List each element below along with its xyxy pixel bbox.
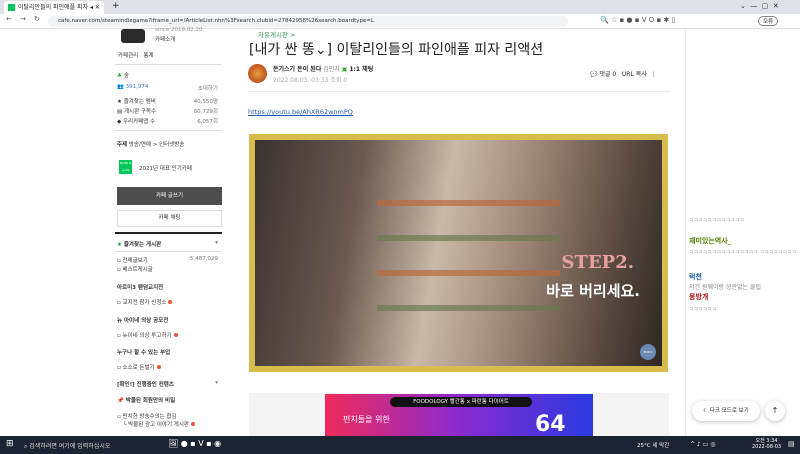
board-link[interactable]: 자유게시판 > bbox=[258, 29, 295, 39]
cafe-intro-link[interactable]: 카페소개 bbox=[155, 35, 220, 43]
board-all[interactable]: 전체글보기 bbox=[122, 258, 147, 264]
level-icon: ♣ bbox=[117, 73, 122, 79]
invite-link[interactable]: 초대하기 bbox=[198, 84, 218, 92]
board-item[interactable]: 소소로 돈벌기 bbox=[122, 365, 154, 371]
weather-widget[interactable]: 25°C 세 막간 bbox=[637, 441, 669, 449]
cafe-logo bbox=[121, 29, 145, 43]
new-tab-button[interactable]: + bbox=[112, 1, 120, 11]
video-caption-step: STEP2. bbox=[561, 252, 634, 273]
stats-link[interactable]: 통계 bbox=[144, 53, 154, 59]
chat-panel: ㅋㅋㅋㅋㅋㅋㅋㅋㅋㅋㅋㅋ 재미있는역사_ ㅋㅋㅋㅋㅋㅋㅋㅋㅋㅋㅋㅋㅋㅋㅋ ㅋㅋㅋ… bbox=[685, 29, 800, 436]
clock[interactable]: 오전 3:34 2022-08-03 bbox=[752, 437, 781, 450]
channel-logo: BODA bbox=[640, 344, 656, 360]
browser-tab[interactable]: 이탈리안들의 파인애플 피자 ◂ ✕ bbox=[4, 1, 104, 14]
board-item[interactable]: 교지전 참가 신청소 bbox=[122, 300, 166, 306]
scroll-top-button[interactable]: ↑ bbox=[765, 401, 785, 421]
comments-button[interactable]: 댓글 0 bbox=[599, 71, 616, 78]
naver-badge: NAVER 대표카페 bbox=[119, 160, 132, 174]
cafe-write-button[interactable]: 카페 글쓰기 bbox=[117, 187, 222, 205]
dark-mode-button[interactable]: ☾ 다크 모드로 보기 bbox=[692, 401, 760, 421]
reload-icon[interactable]: ↻ bbox=[34, 15, 40, 23]
author-name[interactable]: 돈기스기 돈이 된다 bbox=[273, 66, 321, 73]
youtube-link[interactable]: https://youtu.be/AhXR62wnmPQ bbox=[248, 108, 353, 116]
article-title: [내가 싼 똥⌄] 이탈리인들의 파인애플 피자 리액션 bbox=[249, 42, 544, 58]
cafe-chat-button[interactable]: 카페 채팅 bbox=[117, 210, 222, 227]
cafe-manage-link[interactable]: 카페관리 bbox=[118, 53, 138, 59]
more-icon[interactable]: ⋮ bbox=[651, 71, 657, 78]
windows-start-icon[interactable]: ⊞ bbox=[6, 439, 14, 449]
one-on-one-chat[interactable]: 1:1 채팅 bbox=[349, 66, 373, 73]
comment-icon: 💬 bbox=[590, 71, 598, 78]
topic-link[interactable]: 방송/연예 > 인터넷방송 bbox=[129, 142, 185, 148]
moon-icon: ☾ bbox=[703, 408, 709, 414]
url-copy-button[interactable]: URL 복사 bbox=[622, 71, 647, 78]
members-icon: 👥 bbox=[117, 84, 124, 90]
window-controls[interactable]: ⌄ — ▢ ✕ bbox=[740, 2, 779, 10]
board-best[interactable]: 베스트게시글 bbox=[122, 267, 152, 273]
tab-bar: 이탈리안들의 파인애플 피자 ◂ ✕ + ⌄ — ▢ ✕ bbox=[0, 0, 800, 14]
star-icon: ★ bbox=[117, 242, 122, 248]
board-item[interactable]: 뉴이네 의상 투고하기 bbox=[122, 333, 171, 339]
taskbar-search[interactable]: ⌕ 검색하려면 여기에 입력하십시오 bbox=[24, 441, 110, 451]
cafe-sidebar: since 2019.02.20. 카페소개 카페관리 통계 ♣ 숲 👥 391… bbox=[115, 27, 222, 436]
ad-banner[interactable]: FOODOLOGY 빨간통 x 파란통 다이어트 펀치들을 위한 64 bbox=[325, 394, 593, 436]
profile-button[interactable]: 오류 bbox=[758, 16, 779, 26]
taskbar-apps[interactable]: 🖼 ● ▪ V ▪ ◉ bbox=[168, 439, 221, 448]
video-thumbnail[interactable]: STEP2. 바로 버리세요. BODA bbox=[249, 134, 668, 372]
board-item[interactable]: 박물된 광고 이야기 게시판 bbox=[128, 422, 189, 428]
author-avatar[interactable] bbox=[248, 64, 267, 83]
notification-icon[interactable]: ▤ bbox=[788, 440, 795, 448]
forward-icon[interactable]: → bbox=[20, 15, 26, 23]
pin-icon: 📌 bbox=[117, 398, 124, 404]
collapse-icon[interactable]: ▾ bbox=[215, 240, 218, 246]
tray-icons[interactable]: ^ ♪ ▭ ◎ bbox=[690, 441, 715, 448]
naver-cafe-favicon bbox=[8, 4, 15, 11]
taskbar: ⊞ ⌕ 검색하려면 여기에 입력하십시오 🖼 ● ▪ V ▪ ◉ 25°C 세 … bbox=[0, 436, 800, 454]
url-input[interactable]: cafe.naver.com/steamindiegame?iframe_url… bbox=[48, 16, 568, 27]
extension-icons[interactable]: 🔍 ☆ ▪ ● ▪ V O ▪ ✱ ▯ bbox=[600, 16, 675, 24]
back-icon[interactable]: ← bbox=[6, 15, 12, 23]
video-caption: 바로 버리세요. bbox=[546, 282, 640, 300]
